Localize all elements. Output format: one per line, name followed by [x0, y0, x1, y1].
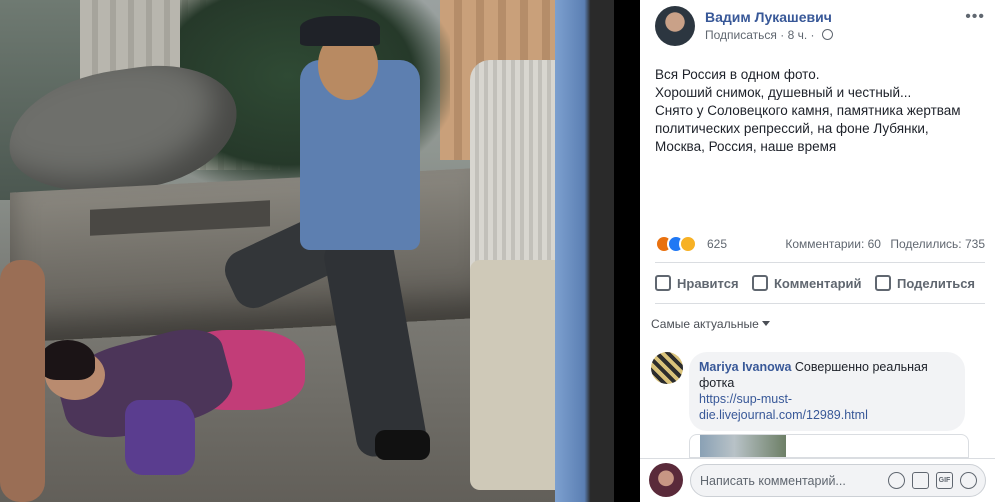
- photo-purple-bag: [125, 400, 195, 475]
- link-preview[interactable]: [689, 434, 969, 458]
- post-text-line: Снято у Соловецкого камня, памятника жер…: [655, 103, 961, 118]
- reaction-icons[interactable]: [655, 235, 705, 253]
- post-text-line: политических репрессий, на фоне Лубянки,: [655, 121, 929, 136]
- reactions-count[interactable]: 625: [707, 237, 727, 251]
- post-side-panel: Вадим Лукашевич Подписаться · 8 ч. · •••…: [640, 0, 995, 502]
- comment-input-placeholder: Написать комментарий...: [700, 474, 846, 488]
- like-button[interactable]: Нравится: [655, 268, 739, 298]
- comment-input[interactable]: Написать комментарий... GIF: [690, 464, 986, 497]
- speech-bubble-icon: [752, 275, 768, 291]
- gif-icon[interactable]: GIF: [936, 472, 953, 489]
- post-actions: Нравится Комментарий Поделиться: [655, 268, 985, 298]
- more-options-icon[interactable]: •••: [965, 8, 985, 26]
- emoji-icon[interactable]: [888, 472, 905, 489]
- comment-button-label: Комментарий: [774, 275, 862, 291]
- camera-icon[interactable]: [912, 472, 929, 489]
- post-text-line: Вся Россия в одном фото.: [655, 67, 820, 82]
- comments-section: Самые актуальные Mariya Ivanowa Совершен…: [640, 308, 995, 458]
- share-button[interactable]: Поделиться: [875, 268, 975, 298]
- comment-sort-dropdown[interactable]: Самые актуальные: [651, 317, 770, 331]
- link-preview-image: [700, 435, 786, 457]
- post-meta: Подписаться · 8 ч. ·: [705, 28, 833, 42]
- caret-down-icon: [761, 321, 770, 326]
- divider: [655, 303, 985, 304]
- comment-bubble: Mariya Ivanowa Совершенно реальная фотка…: [689, 352, 965, 431]
- like-button-label: Нравится: [677, 275, 739, 291]
- comment-author[interactable]: Mariya Ivanowa: [699, 360, 791, 374]
- post-text: Вся Россия в одном фото. Хороший снимок,…: [655, 66, 985, 156]
- post-text-line: Хороший снимок, душевный и честный...: [655, 85, 912, 100]
- current-user-avatar[interactable]: [649, 463, 683, 497]
- post-photo[interactable]: [0, 0, 614, 502]
- author-name[interactable]: Вадим Лукашевич: [705, 9, 832, 25]
- commenter-avatar[interactable]: [651, 352, 683, 384]
- post-header: Вадим Лукашевич Подписаться · 8 ч. · •••: [655, 6, 985, 46]
- sad-reaction-icon: [679, 235, 697, 253]
- author-avatar[interactable]: [655, 6, 695, 46]
- comment-link[interactable]: https://sup-must-: [699, 391, 953, 407]
- composer-icons: GIF: [888, 472, 977, 490]
- post-time[interactable]: · 8 ч. ·: [780, 28, 814, 42]
- thumbs-up-icon: [655, 275, 671, 291]
- comment-sort-label: Самые актуальные: [651, 317, 759, 331]
- shares-count[interactable]: Поделились: 735: [890, 237, 985, 251]
- follow-link[interactable]: Подписаться: [705, 28, 777, 42]
- share-arrow-icon: [875, 275, 891, 291]
- post-photo-container[interactable]: [0, 0, 640, 502]
- photo-man-far-right: [555, 0, 614, 502]
- comment-link[interactable]: die.livejournal.com/12989.html: [699, 407, 953, 423]
- comment-composer: Написать комментарий... GIF: [640, 458, 995, 502]
- post-text-line: Москва, Россия, наше время: [655, 139, 837, 154]
- comments-count[interactable]: Комментарии: 60: [785, 237, 881, 251]
- photo-woman-hair: [40, 340, 95, 380]
- stats-right: Комментарии: 60 Поделились: 735: [779, 237, 985, 251]
- sticker-icon[interactable]: [960, 472, 977, 489]
- globe-icon: [821, 29, 833, 40]
- share-button-label: Поделиться: [897, 275, 976, 291]
- photo-officer-cap: [300, 16, 380, 46]
- photo-officer-boot: [375, 430, 430, 460]
- post-stats: 625 Комментарии: 60 Поделились: 735: [655, 234, 985, 254]
- photo-hand-left: [0, 260, 45, 502]
- comment-button[interactable]: Комментарий: [752, 268, 862, 298]
- divider: [655, 262, 985, 263]
